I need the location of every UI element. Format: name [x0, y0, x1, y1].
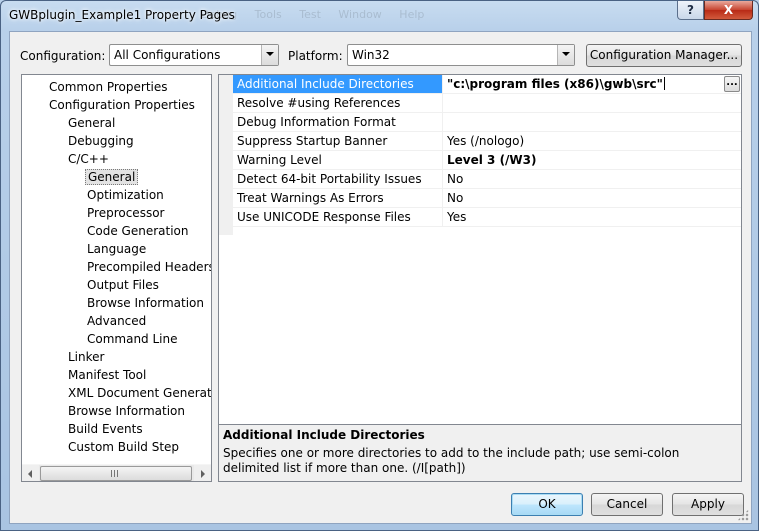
tree-item-browse-information[interactable]: Browse Information [66, 403, 187, 419]
settings-tree[interactable]: Common Properties Configuration Propertie… [21, 74, 212, 482]
platform-dropdown[interactable]: Win32 [347, 44, 575, 66]
chevron-down-icon[interactable] [261, 45, 278, 65]
tree-item-linker[interactable]: Linker [66, 349, 106, 365]
property-name[interactable]: Detect 64-bit Portability Issues [233, 170, 443, 189]
scroll-right-arrow-icon[interactable] [194, 465, 211, 481]
property-grid[interactable]: Additional Include Directories "c:\progra… [218, 74, 742, 426]
tree-item-common-properties[interactable]: Common Properties [47, 79, 170, 95]
tree-item-language[interactable]: Language [85, 241, 148, 257]
property-name[interactable]: Treat Warnings As Errors [233, 189, 443, 208]
ok-button[interactable]: OK [511, 493, 583, 516]
tree-item-manifest-tool[interactable]: Manifest Tool [66, 367, 148, 383]
property-value[interactable]: Yes [443, 208, 741, 227]
browse-ellipsis-button[interactable]: ... [724, 76, 740, 92]
tree-item-command-line[interactable]: Command Line [85, 331, 180, 347]
property-value-input[interactable]: "c:\program files (x86)\gwb\src"... [443, 75, 741, 94]
dialog-client-area: Configuration: All Configurations Platfo… [9, 31, 752, 524]
property-value-text: Yes (/nologo) [447, 134, 525, 148]
tree-item-code-generation[interactable]: Code Generation [85, 223, 190, 239]
cancel-button[interactable]: Cancel [591, 493, 663, 516]
tree-item-xml-document-generator[interactable]: XML Document Generator [66, 385, 211, 401]
text-caret [663, 77, 665, 90]
property-name[interactable]: Resolve #using References [233, 94, 443, 113]
tree-item-general[interactable]: General [66, 115, 117, 131]
property-name[interactable]: Debug Information Format [233, 113, 443, 132]
property-grid-gutter [219, 75, 233, 235]
property-value-text: No [447, 172, 464, 186]
property-row[interactable]: Use UNICODE Response Files Yes [233, 208, 741, 227]
configuration-dropdown[interactable]: All Configurations [109, 44, 279, 66]
configuration-label: Configuration: [20, 49, 106, 63]
property-value-text: Yes [447, 210, 467, 224]
tree-item-optimization[interactable]: Optimization [85, 187, 166, 203]
platform-value: Win32 [352, 48, 390, 62]
property-value[interactable] [443, 94, 741, 113]
tree-item-browse-information[interactable]: Browse Information [85, 295, 206, 311]
description-text: Specifies one or more directories to add… [223, 446, 680, 475]
tree-item-preprocessor[interactable]: Preprocessor [85, 205, 166, 221]
property-row[interactable]: Treat Warnings As Errors No [233, 189, 741, 208]
property-name[interactable]: Additional Include Directories [233, 75, 443, 94]
tree-item-debugging[interactable]: Debugging [66, 133, 136, 149]
property-description-panel: Additional Include Directories Specifies… [218, 424, 742, 482]
description-title: Additional Include Directories [223, 428, 425, 442]
property-name[interactable]: Use UNICODE Response Files [233, 208, 443, 227]
scrollbar-thumb[interactable] [40, 466, 192, 481]
tree-item-c-c[interactable]: C/C++ [66, 151, 111, 167]
property-value-text: No [447, 191, 464, 205]
tree-item-custom-build-step[interactable]: Custom Build Step [66, 439, 181, 455]
tree-item-advanced[interactable]: Advanced [85, 313, 148, 329]
property-row[interactable]: Suppress Startup Banner Yes (/nologo) [233, 132, 741, 151]
property-value[interactable]: Yes (/nologo) [443, 132, 741, 151]
tree-item-precompiled-headers[interactable]: Precompiled Headers [85, 259, 211, 275]
property-value-text: "c:\program files (x86)\gwb\src" [447, 77, 663, 91]
property-row[interactable]: Detect 64-bit Portability Issues No [233, 170, 741, 189]
title-bar[interactable]: GWBplugin_Example1 Property Pages Debug … [1, 1, 758, 31]
platform-label: Platform: [288, 49, 343, 63]
property-name[interactable]: Suppress Startup Banner [233, 132, 443, 151]
tree-item-general[interactable]: General [85, 169, 139, 185]
help-button[interactable]: ? [677, 1, 704, 20]
tree-item-output-files[interactable]: Output Files [85, 277, 161, 293]
property-name[interactable]: Warning Level [233, 151, 443, 170]
property-value-text: Level 3 (/W3) [447, 153, 537, 167]
property-row[interactable]: Warning Level Level 3 (/W3) [233, 151, 741, 170]
dialog-window: GWBplugin_Example1 Property Pages Debug … [0, 0, 759, 531]
property-value[interactable]: Level 3 (/W3) [443, 151, 741, 170]
configuration-manager-button[interactable]: Configuration Manager... [586, 44, 742, 67]
property-row[interactable]: Debug Information Format [233, 113, 741, 132]
chevron-down-icon[interactable] [557, 45, 574, 65]
property-row[interactable]: Additional Include Directories "c:\progra… [233, 75, 741, 94]
apply-button[interactable]: Apply [672, 493, 744, 516]
scroll-left-arrow-icon[interactable] [22, 465, 39, 481]
property-value[interactable]: No [443, 189, 741, 208]
property-value[interactable] [443, 113, 741, 132]
grip-icon [111, 470, 120, 477]
tree-item-configuration-properties[interactable]: Configuration Properties [47, 97, 197, 113]
configuration-value: All Configurations [114, 48, 221, 62]
tree-item-build-events[interactable]: Build Events [66, 421, 145, 437]
background-menu-ghost: Debug Tools Test Window Help [201, 8, 425, 21]
close-button[interactable]: X [704, 1, 753, 20]
property-row[interactable]: Resolve #using References [233, 94, 741, 113]
property-value[interactable]: No [443, 170, 741, 189]
tree-horizontal-scrollbar[interactable] [22, 464, 211, 481]
